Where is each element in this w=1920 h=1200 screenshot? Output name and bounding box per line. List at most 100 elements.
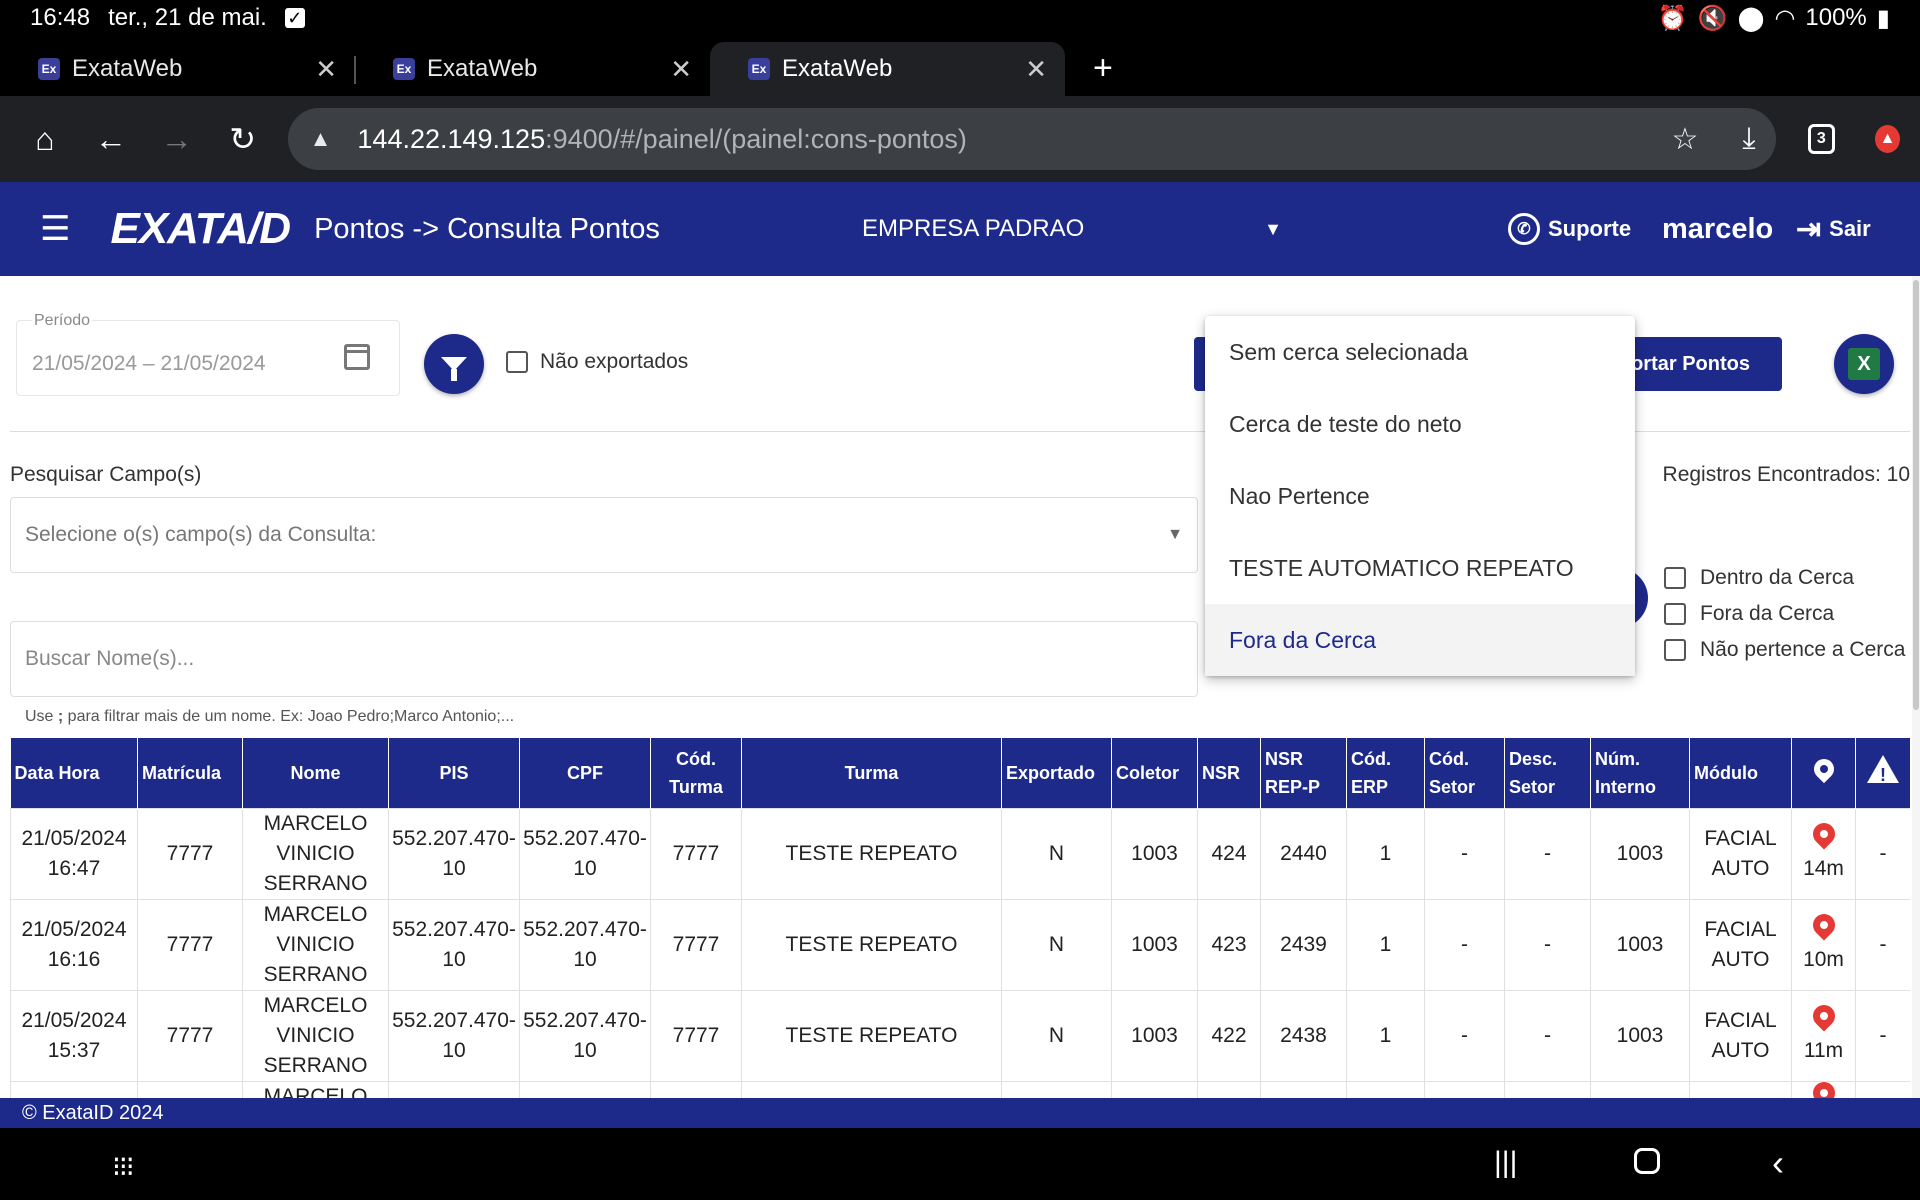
favicon-icon: Ex [748, 58, 770, 80]
col-cod-erp[interactable]: Cód. ERP [1346, 738, 1425, 808]
reload-icon[interactable]: ↻ [218, 111, 268, 167]
cell-nsr [1197, 1080, 1261, 1098]
menu-icon[interactable]: ☰ [40, 209, 70, 249]
scrollbar-thumb[interactable] [1913, 280, 1919, 710]
battery-icon: ▮ [1876, 4, 1890, 32]
dentro-da-cerca-checkbox[interactable]: Dentro da Cerca [1664, 566, 1905, 590]
col-turma[interactable]: Turma [741, 738, 1002, 808]
col-nsr-rep-p[interactable]: NSR REP-P [1260, 738, 1347, 808]
map-pin-icon[interactable] [1807, 818, 1840, 850]
buscar-nomes-input[interactable]: Buscar Nome(s)... [10, 621, 1198, 697]
col-pis[interactable]: PIS [388, 738, 520, 808]
map-pin-icon[interactable] [1807, 909, 1840, 941]
browser-tab[interactable]: Ex ExataWeb ✕ [0, 42, 356, 96]
col-alert[interactable] [1855, 738, 1910, 808]
checkbox-notification-icon: ✓ [284, 8, 305, 28]
company-select[interactable]: EMPRESA PADRAO ▼ [862, 182, 1282, 276]
periodo-value[interactable]: 21/05/2024 – 21/05/2024 [32, 352, 266, 376]
table-row[interactable]: MARCELO [10, 1076, 1910, 1098]
dropdown-item[interactable]: Cerca de teste do neto [1205, 388, 1635, 460]
excel-export-button[interactable]: X [1834, 334, 1894, 394]
col-data-hora[interactable]: Data Hora [10, 738, 138, 808]
table-row[interactable]: 21/05/2024 16:16 7777 MARCELO VINICIO SE… [10, 898, 1910, 991]
cell-cpf: 552.207.470-10 [519, 898, 651, 991]
dropdown-item[interactable]: TESTE AUTOMATICO REPEATO [1205, 532, 1635, 604]
col-cod-turma[interactable]: Cód. Turma [650, 738, 742, 808]
col-location[interactable] [1791, 738, 1856, 808]
cell-location[interactable]: 10m [1791, 898, 1856, 991]
location-icon: ⬤ [1737, 4, 1765, 32]
bookmark-star-icon[interactable]: ☆ [1671, 122, 1698, 157]
logout-button[interactable]: ⇥ Sair [1796, 182, 1871, 276]
cell-matricula: 7777 [137, 898, 243, 991]
download-icon[interactable]: ⤓ [1742, 122, 1755, 156]
col-num-interno[interactable]: Núm. Interno [1590, 738, 1690, 808]
home-icon[interactable]: ⌂ [20, 111, 70, 167]
table-row[interactable]: 21/05/2024 15:37 7777 MARCELO VINICIO SE… [10, 989, 1910, 1082]
cell-data-hora [10, 1080, 138, 1098]
home-button-icon[interactable] [1634, 1148, 1660, 1174]
cell-exportado: N [1001, 989, 1112, 1082]
forward-icon[interactable]: → [152, 111, 202, 167]
browser-tab[interactable]: Ex ExataWeb ✕ [355, 42, 710, 96]
url-field[interactable]: ▲ 144.22.149.125:9400/#/painel/(painel:c… [287, 108, 1776, 170]
app-header: ☰ EXATA/D Pontos -> Consulta Pontos EMPR… [0, 182, 1920, 276]
col-coletor[interactable]: Coletor [1111, 738, 1198, 808]
nao-pertence-checkbox[interactable]: Não pertence a Cerca [1664, 638, 1905, 662]
close-tab-icon[interactable]: ✕ [315, 54, 337, 85]
cell-alert: - [1855, 807, 1910, 900]
col-nome[interactable]: Nome [242, 738, 389, 808]
close-tab-icon[interactable]: ✕ [1025, 54, 1047, 85]
not-secure-icon[interactable]: ▲ [310, 126, 332, 152]
dropdown-item-selected[interactable]: Fora da Cerca [1205, 604, 1635, 676]
cerca-options: Dentro da Cerca Fora da Cerca Não perten… [1664, 566, 1905, 662]
dropdown-item[interactable]: Nao Pertence [1205, 460, 1635, 532]
pesquisar-campos-label: Pesquisar Campo(s) [10, 463, 202, 486]
cell-nsr: 423 [1197, 898, 1261, 991]
cell-location[interactable] [1791, 1076, 1856, 1098]
close-tab-icon[interactable]: ✕ [670, 54, 692, 85]
col-matricula[interactable]: Matrícula [137, 738, 243, 808]
back-nav-icon[interactable]: ‹ [1772, 1142, 1784, 1184]
map-pin-icon[interactable] [1807, 1000, 1840, 1032]
profile-icon[interactable]: ▲ [1875, 125, 1900, 153]
col-exportado[interactable]: Exportado [1001, 738, 1112, 808]
new-tab-icon[interactable]: + [1093, 49, 1113, 88]
support-link[interactable]: ✆ Suporte [1508, 182, 1631, 276]
cell-cod-turma [650, 1080, 742, 1098]
fora-da-cerca-checkbox[interactable]: Fora da Cerca [1664, 602, 1905, 626]
user-name: marcelo [1662, 212, 1774, 245]
apps-grid-icon[interactable]: ⁝⁝⁝ [112, 1150, 135, 1183]
col-desc-setor[interactable]: Desc. Setor [1504, 738, 1591, 808]
cell-cod-erp: 1 [1346, 807, 1425, 900]
back-icon[interactable]: ← [86, 111, 136, 167]
checkbox[interactable] [1664, 567, 1686, 589]
filter-button[interactable] [424, 334, 484, 394]
map-pin-icon[interactable] [1807, 1076, 1840, 1098]
cell-desc-setor: - [1504, 807, 1591, 900]
col-nsr[interactable]: NSR [1197, 738, 1261, 808]
dropdown-item[interactable]: Sem cerca selecionada [1205, 316, 1635, 388]
col-cod-setor[interactable]: Cód. Setor [1424, 738, 1505, 808]
recents-icon[interactable]: ||| [1494, 1146, 1517, 1180]
cell-cpf: 552.207.470-10 [519, 807, 651, 900]
status-time: 16:48 [30, 4, 91, 31]
nao-exportados-label: Não exportados [540, 350, 689, 373]
col-modulo[interactable]: Módulo [1689, 738, 1792, 808]
url-host: 144.22.149.125 [357, 123, 546, 154]
campos-select[interactable]: Selecione o(s) campo(s) da Consulta: ▼ [10, 497, 1198, 573]
cell-location[interactable]: 11m [1791, 989, 1856, 1082]
status-date: ter., 21 de mai. [108, 4, 267, 31]
cell-exportado: N [1001, 898, 1112, 991]
calendar-icon[interactable] [344, 344, 370, 370]
nao-exportados-checkbox[interactable]: Não exportados [506, 350, 688, 374]
table-row[interactable]: 21/05/2024 16:47 7777 MARCELO VINICIO SE… [10, 807, 1910, 900]
cell-matricula: 7777 [137, 989, 243, 1082]
browser-tab-active[interactable]: Ex ExataWeb ✕ [710, 42, 1065, 96]
checkbox[interactable] [506, 351, 528, 373]
col-cpf[interactable]: CPF [519, 738, 651, 808]
checkbox[interactable] [1664, 603, 1686, 625]
checkbox[interactable] [1664, 639, 1686, 661]
cell-location[interactable]: 14m [1791, 807, 1856, 900]
tab-switcher-button[interactable]: 3 [1807, 124, 1836, 154]
